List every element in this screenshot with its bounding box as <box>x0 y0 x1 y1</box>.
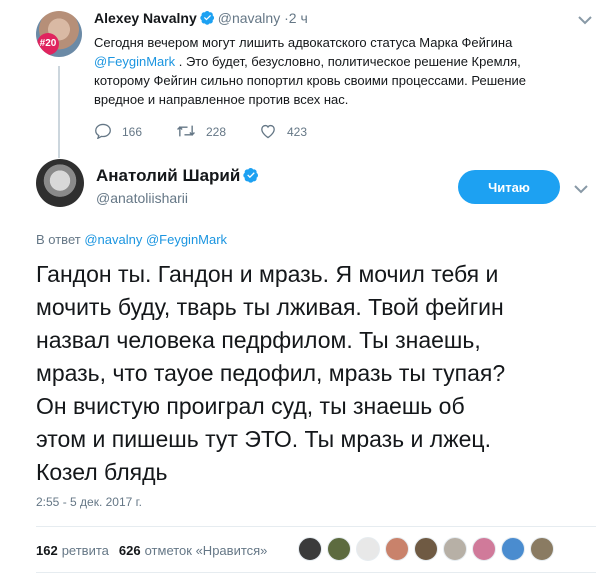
retweet-stat[interactable]: 162 ретвита <box>36 543 119 558</box>
reply-button[interactable]: 166 <box>94 122 142 142</box>
retweet-icon <box>176 124 206 141</box>
like-icon <box>259 123 287 142</box>
tweet-text-part: Сегодня вечером могут лишить адвокатског… <box>94 35 513 50</box>
chevron-down-icon[interactable] <box>574 181 588 194</box>
tweet-time[interactable]: 2 ч <box>289 10 308 26</box>
avatar[interactable] <box>298 537 322 561</box>
mention-link[interactable]: @FeyginMark <box>146 232 227 247</box>
retweet-button[interactable]: 228 <box>176 122 226 142</box>
tweet-timestamp[interactable]: 2:55 - 5 дек. 2017 г. <box>36 495 142 509</box>
avatar[interactable] <box>443 537 467 561</box>
author-name[interactable]: Alexey Navalny <box>94 10 197 26</box>
mention-link[interactable]: @navalny <box>84 232 142 247</box>
like-stat-count: 626 <box>118 542 141 558</box>
avatar-badge: #20 <box>37 33 59 55</box>
avatar[interactable] <box>414 537 438 561</box>
author-name[interactable]: Анатолий Шарий <box>96 166 262 188</box>
tweet-text: Гандон ты. Гандон и мразь. Я мочил тебя … <box>36 261 506 485</box>
avatar[interactable] <box>530 537 554 561</box>
author-handle[interactable]: @anatoliisharii <box>96 190 188 206</box>
like-stat-label: отметок «Нравится» <box>144 542 268 558</box>
avatar[interactable] <box>356 537 380 561</box>
reply-count: 166 <box>122 125 143 139</box>
like-count: 423 <box>287 125 308 139</box>
likers-avatars <box>298 537 559 563</box>
reply-prefix: В ответ <box>36 232 85 247</box>
avatar[interactable] <box>472 537 496 561</box>
avatar[interactable] <box>36 159 84 207</box>
tweet-header: Alexey Navalny @navalny ·2 ч <box>94 10 308 28</box>
parent-tweet[interactable]: #20 Alexey Navalny @navalny ·2 ч Сегодня … <box>0 0 616 158</box>
tweet-stats: 162 ретвита 626 отметок «Нравится» <box>36 538 267 562</box>
author-handle[interactable]: @navalny <box>218 10 280 26</box>
retweet-stat-label: ретвита <box>61 542 109 558</box>
avatar[interactable] <box>501 537 525 561</box>
reply-context: В ответ @navalny @FeyginMark <box>36 232 227 247</box>
avatar[interactable] <box>327 537 351 561</box>
following-button[interactable]: Читаю <box>458 170 560 204</box>
tweet-text: Сегодня вечером могут лишить адвокатског… <box>94 33 574 109</box>
retweet-stat-count: 162 <box>36 542 58 558</box>
chevron-down-icon[interactable] <box>578 12 592 25</box>
verified-icon <box>200 10 215 28</box>
verified-icon <box>243 167 259 188</box>
avatar[interactable] <box>385 537 409 561</box>
like-stat[interactable]: 626 отметок «Нравится» <box>119 543 268 558</box>
mention-link[interactable]: @FeyginMark <box>94 54 175 69</box>
reply-icon <box>94 123 122 142</box>
author-name-text: Анатолий Шарий <box>96 166 241 185</box>
like-button[interactable]: 423 <box>259 122 307 142</box>
divider <box>36 526 596 527</box>
avatar[interactable]: #20 <box>36 11 82 57</box>
retweet-count: 228 <box>206 125 227 139</box>
